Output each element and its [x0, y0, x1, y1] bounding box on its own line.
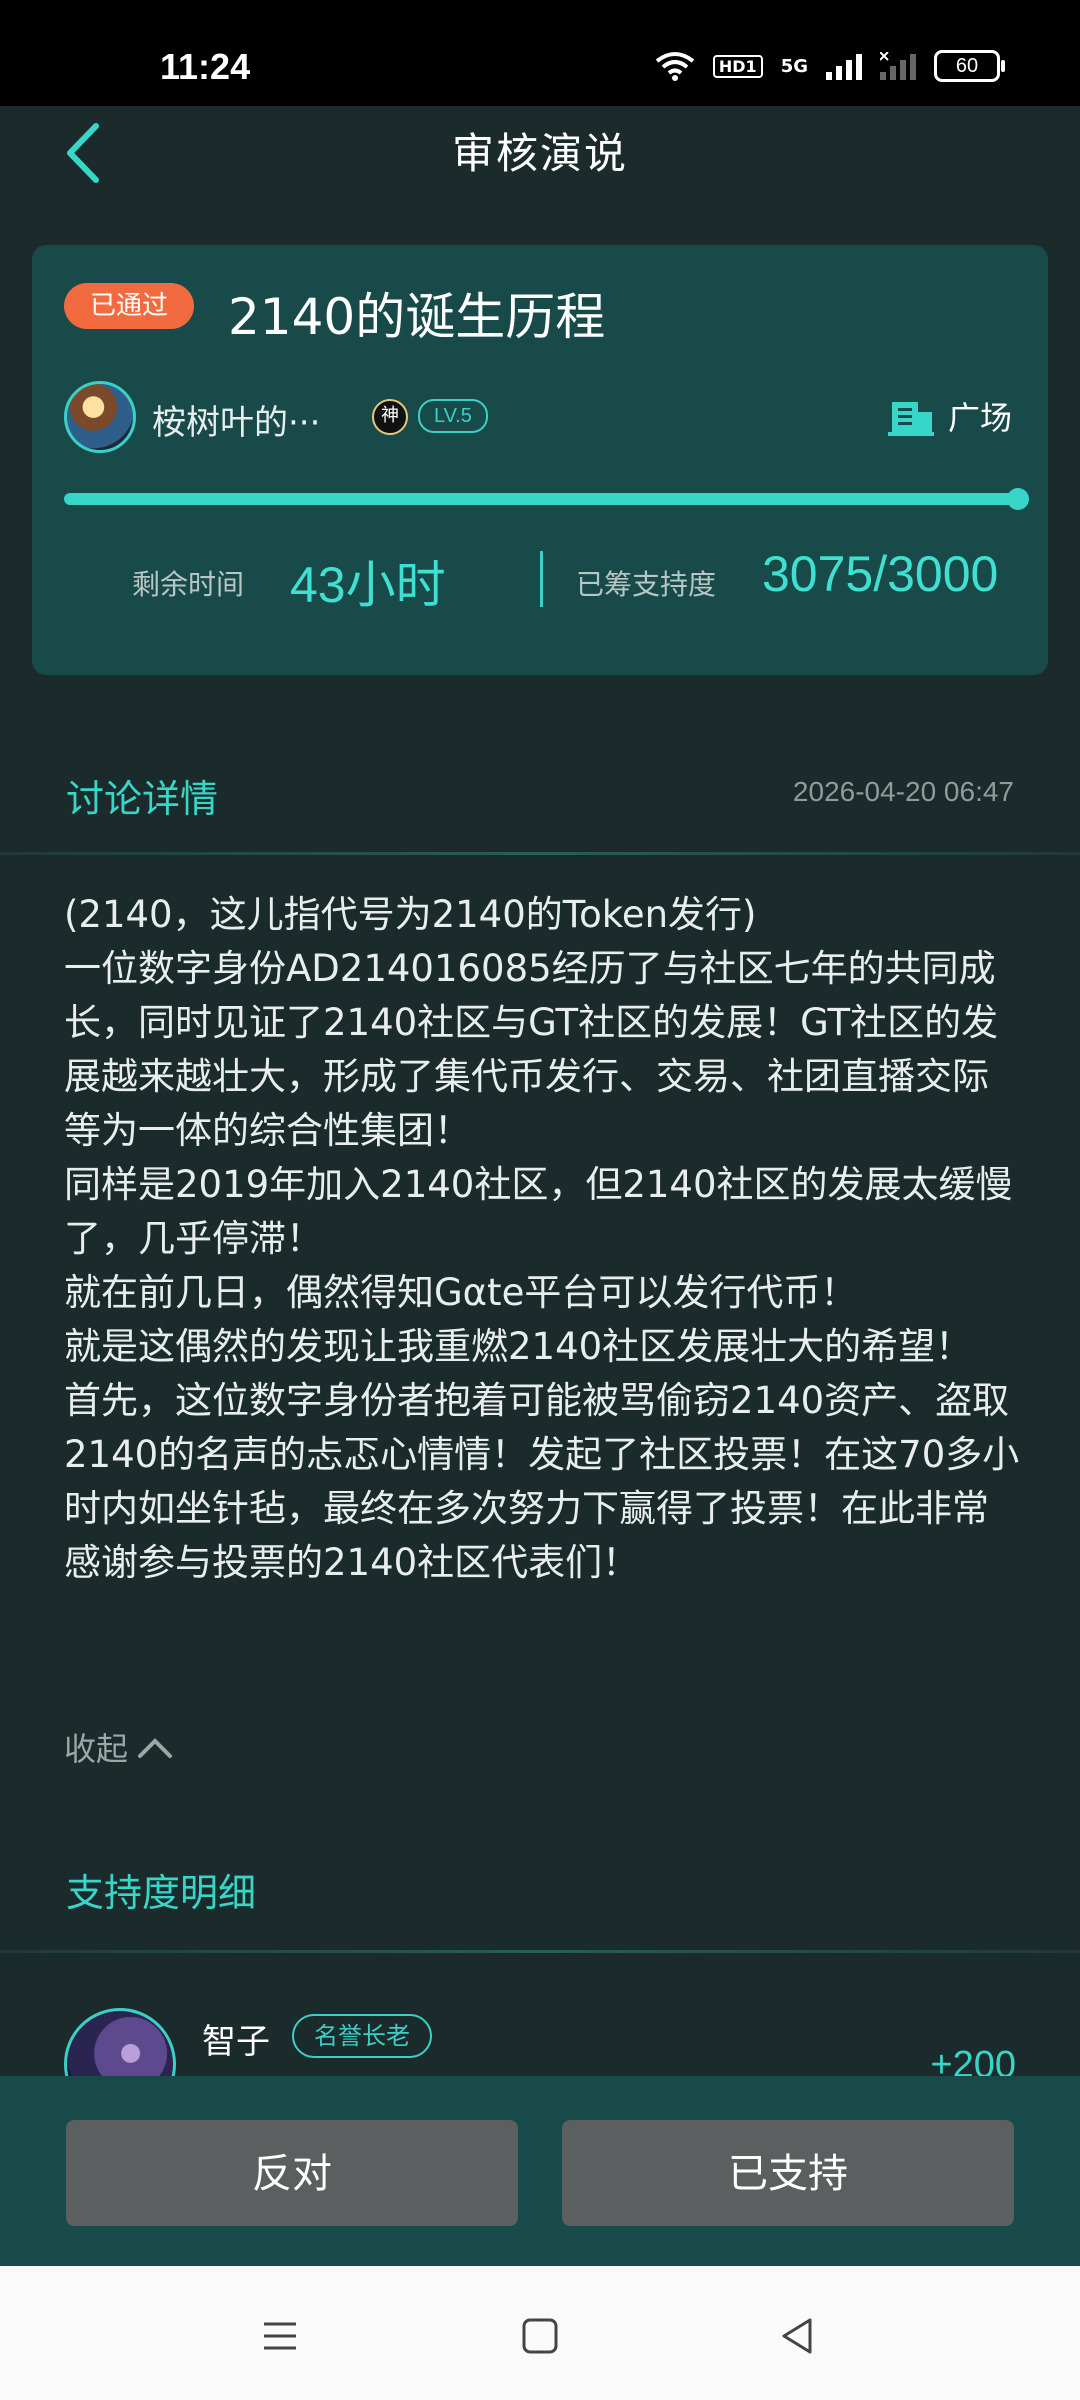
status-icons: HD1 5G 60 — [655, 50, 1005, 82]
chevron-up-icon — [138, 1738, 173, 1758]
square-link[interactable]: 广场 — [887, 393, 1012, 439]
progress-fill — [64, 493, 1018, 505]
signal-off-icon — [880, 52, 916, 80]
remaining-time-label: 剩余时间 — [132, 568, 245, 601]
god-badge: 神 — [372, 399, 408, 435]
status-time: 11:24 — [160, 46, 251, 87]
back-triangle-icon[interactable] — [768, 2306, 828, 2366]
speech-card: 已通过 2140的诞生历程 桉树叶的··· 神 LV.5 广场 剩余时间 43小… — [32, 245, 1048, 675]
support-value: 3075/3000 — [762, 546, 999, 602]
discussion-header: 讨论详情 2026-04-20 06:47 — [0, 748, 1080, 838]
action-bar: 反对 已支持 — [0, 2076, 1080, 2266]
support-label: 已筹支持度 — [576, 568, 717, 601]
collapse-label: 收起 — [64, 1730, 129, 1768]
support-progress-bar — [64, 488, 1029, 510]
home-icon[interactable] — [510, 2306, 570, 2366]
discussion-content: (2140，这儿指代号为2140的Token发行) 一位数字身份AD214016… — [64, 893, 1020, 1584]
collapse-button[interactable]: 收起 — [64, 1724, 174, 1770]
supported-button[interactable]: 已支持 — [562, 2120, 1014, 2226]
system-nav-bar — [0, 2266, 1080, 2400]
status-badge: 已通过 — [64, 283, 195, 329]
support-detail-header: 支持度明细 — [0, 1842, 1080, 1932]
square-label: 广场 — [947, 399, 1012, 437]
level-badge: LV.5 — [418, 399, 488, 433]
discussion-title: 讨论详情 — [66, 777, 219, 821]
supporter-badge: 名誉长老 — [292, 2014, 432, 2058]
header: 审核演说 — [0, 106, 1080, 216]
oppose-button[interactable]: 反对 — [66, 2120, 518, 2226]
hd-icon: HD1 — [712, 54, 763, 78]
signal-icon — [826, 54, 862, 80]
menu-icon[interactable] — [250, 2306, 310, 2366]
status-bar: 11:24 HD1 5G 60 — [0, 0, 1080, 106]
page-title: 审核演说 — [451, 129, 628, 178]
stat-divider — [540, 551, 543, 607]
remaining-time-value: 43小时 — [290, 557, 446, 613]
author-name[interactable]: 桉树叶的··· — [152, 395, 320, 444]
building-icon — [887, 402, 934, 436]
network-type: 5G — [780, 55, 808, 77]
wifi-icon — [655, 52, 695, 81]
supporter-name: 智子 — [202, 2022, 270, 2062]
section-divider — [0, 1950, 1080, 1953]
discussion-date: 2026-04-20 06:47 — [792, 776, 1014, 807]
speech-title: 2140的诞生历程 — [228, 288, 606, 346]
support-detail-title: 支持度明细 — [66, 1871, 257, 1915]
progress-knob — [1007, 488, 1029, 510]
battery-icon: 60 — [934, 50, 1005, 82]
section-divider — [0, 852, 1080, 855]
author-avatar[interactable] — [64, 381, 136, 453]
